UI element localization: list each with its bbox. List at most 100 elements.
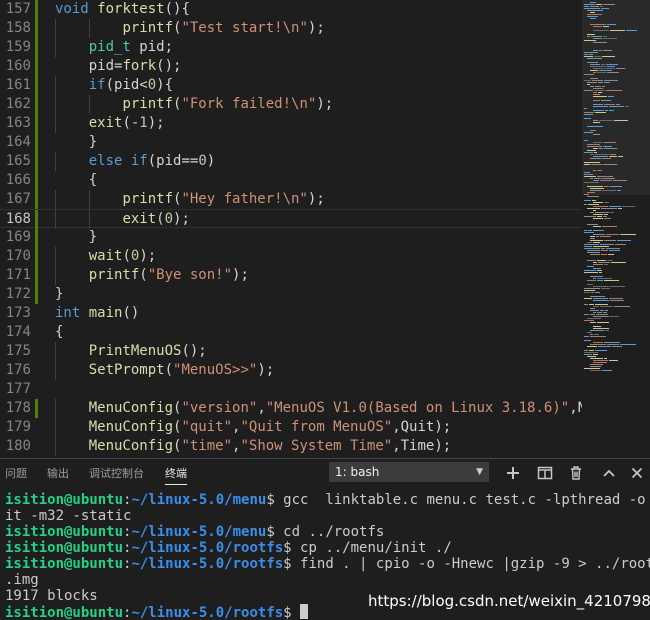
code-text[interactable]: }	[55, 285, 63, 304]
code-text[interactable]: int main()	[55, 304, 139, 323]
token-plain: ()	[122, 305, 140, 321]
code-line[interactable]: 175 PrintMenuOS();	[0, 342, 582, 361]
minimap-line	[611, 262, 626, 263]
minimap-line	[584, 40, 596, 41]
minimap-line	[610, 300, 624, 301]
code-line[interactable]: 171 printf("Bye son!");	[0, 266, 582, 285]
minimap-line	[587, 34, 595, 35]
minimap-line	[593, 142, 603, 143]
code-text[interactable]: else if(pid==0)	[55, 152, 215, 171]
minimap-line	[590, 2, 596, 3]
code-text[interactable]: PrintMenuOS();	[55, 342, 207, 361]
code-text[interactable]: exit(-1);	[55, 114, 165, 133]
minimap-line	[606, 90, 622, 91]
minimap-line	[596, 236, 599, 237]
token-plain: );	[307, 20, 325, 36]
token-plain: pid=	[55, 58, 123, 74]
line-number: 175	[5, 343, 31, 359]
code-text[interactable]: MenuConfig("time","Show System Time",Tim…	[55, 437, 451, 456]
tab-terminal[interactable]: 终端	[165, 465, 187, 485]
minimap-line	[593, 230, 604, 231]
code-line[interactable]: 168 exit(0);	[0, 209, 582, 229]
code-text[interactable]: }	[55, 133, 97, 152]
git-modified-marker	[35, 190, 38, 209]
split-terminal-icon[interactable]	[535, 463, 555, 483]
minimap-line	[610, 212, 614, 213]
minimap-line	[604, 68, 615, 69]
terminal-select[interactable]: 1: bash ▼	[329, 462, 489, 482]
minimap-line	[587, 14, 602, 15]
code-line[interactable]: 167 printf("Hey father!\n");	[0, 190, 582, 209]
minimap-line	[593, 30, 609, 31]
tab-debug-console[interactable]: 调试控制台	[89, 465, 144, 481]
code-line[interactable]: 158 printf("Test start!\n");	[0, 19, 582, 38]
code-text[interactable]: MenuConfig("quit","Quit from MenuOS",Qui…	[55, 418, 451, 437]
code-editor[interactable]: 157 void forktest(){158 printf("Test star…	[0, 0, 650, 458]
tab-problems[interactable]: 问题	[5, 465, 27, 481]
code-text[interactable]: }	[55, 228, 97, 247]
minimap-line	[607, 344, 619, 345]
token-plain: }	[55, 229, 98, 245]
code-area[interactable]: 157 void forktest(){158 printf("Test star…	[0, 0, 582, 458]
code-text[interactable]: {	[55, 171, 97, 190]
minimap-line	[584, 90, 593, 91]
close-icon[interactable]	[627, 463, 647, 483]
code-line[interactable]: 180 MenuConfig("time","Show System Time"…	[0, 437, 582, 456]
code-line[interactable]: 173 int main()	[0, 304, 582, 323]
code-line[interactable]: 174 {	[0, 323, 582, 342]
code-text[interactable]: printf("Bye son!");	[55, 266, 249, 285]
line-number: 177	[5, 381, 31, 397]
code-line[interactable]: 160 pid=fork();	[0, 57, 582, 76]
git-modified-marker	[35, 38, 38, 57]
code-line[interactable]: 166 {	[0, 171, 582, 190]
code-line[interactable]: 178 MenuConfig("version","MenuOS V1.0(Ba…	[0, 399, 582, 418]
code-line[interactable]: 169 }	[0, 228, 582, 247]
code-line[interactable]: 164 }	[0, 133, 582, 152]
code-line[interactable]: 165 else if(pid==0)	[0, 152, 582, 171]
code-line[interactable]: 172}	[0, 285, 582, 304]
code-line[interactable]: 157 void forktest(){	[0, 0, 582, 19]
minimap-line	[587, 224, 598, 225]
code-text[interactable]: void forktest(){	[55, 0, 190, 19]
minimap-line	[610, 286, 625, 287]
chevron-up-icon[interactable]	[599, 463, 619, 483]
minimap-line	[610, 316, 619, 317]
code-text[interactable]: printf("Fork failed!\n");	[55, 95, 333, 114]
code-text[interactable]: SetPrompt("MenuOS>>");	[55, 361, 274, 380]
code-line[interactable]: 162 printf("Fork failed!\n");	[0, 95, 582, 114]
code-line[interactable]: 159 pid_t pid;	[0, 38, 582, 57]
code-text[interactable]: {	[55, 323, 63, 342]
code-text[interactable]: wait(0);	[55, 247, 156, 266]
minimap-line	[593, 72, 596, 73]
trash-icon[interactable]	[566, 463, 586, 483]
code-text[interactable]: exit(0);	[55, 210, 189, 229]
code-line[interactable]: 170 wait(0);	[0, 247, 582, 266]
minimap-line	[604, 104, 615, 105]
minimap-line	[584, 292, 590, 293]
code-text[interactable]: pid_t pid;	[55, 38, 173, 57]
minimap-line	[604, 186, 609, 187]
line-number: 167	[5, 191, 31, 207]
minimap-line	[596, 4, 602, 5]
tab-output[interactable]: 输出	[47, 465, 69, 481]
minimap-line	[597, 322, 609, 323]
minimap-line	[610, 154, 616, 155]
code-line[interactable]: 176 SetPrompt("MenuOS>>");	[0, 361, 582, 380]
add-terminal-icon[interactable]	[503, 463, 523, 483]
minimap-line	[593, 262, 597, 263]
terminal-cursor	[300, 604, 309, 619]
code-line[interactable]: 161 if(pid<0){	[0, 76, 582, 95]
code-text[interactable]: printf("Hey father!\n");	[55, 190, 324, 209]
code-text[interactable]: MenuConfig("version","MenuOS V1.0(Based …	[55, 399, 582, 418]
minimap-line	[612, 346, 622, 347]
minimap[interactable]	[582, 0, 650, 458]
code-text[interactable]: pid=fork();	[55, 57, 182, 76]
code-text[interactable]: if(pid<0){	[55, 76, 173, 95]
code-line[interactable]: 177	[0, 380, 582, 399]
minimap-line	[587, 10, 603, 11]
code-text[interactable]: printf("Test start!\n");	[55, 19, 325, 38]
code-line[interactable]: 163 exit(-1);	[0, 114, 582, 133]
code-line[interactable]: 179 MenuConfig("quit","Quit from MenuOS"…	[0, 418, 582, 437]
minimap-line	[597, 312, 602, 313]
